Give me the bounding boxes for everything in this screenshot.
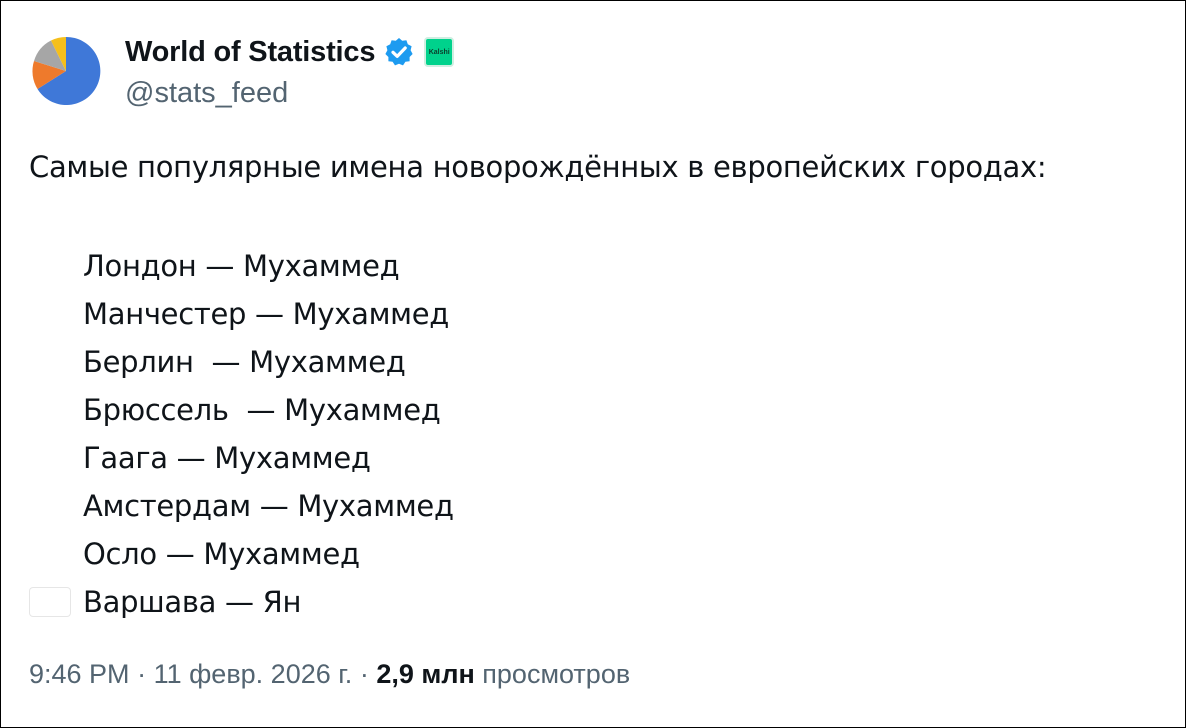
list-item-text: Брюссель — Мухаммед bbox=[83, 393, 441, 427]
pie-chart-icon bbox=[29, 34, 103, 108]
list-item: Брюссель — Мухаммед bbox=[29, 386, 454, 434]
list-item-text: Варшава — Ян bbox=[83, 585, 302, 619]
netherlands-flag-icon bbox=[29, 491, 71, 521]
list-item: Гаага — Мухаммед bbox=[29, 434, 454, 482]
list-item: Осло — Мухаммед bbox=[29, 530, 454, 578]
list-item-text: Осло — Мухаммед bbox=[83, 537, 360, 571]
list-item: Лондон — Мухаммед bbox=[29, 242, 454, 290]
author-block: World of Statistics Kalshi @stats_feed bbox=[125, 31, 455, 113]
uk-flag-icon bbox=[29, 251, 71, 281]
timestamp-time[interactable]: 9:46 PM bbox=[29, 659, 130, 689]
avatar[interactable] bbox=[29, 34, 103, 108]
list-item-text: Гаага — Мухаммед bbox=[83, 441, 371, 475]
list-item: Варшава — Ян bbox=[29, 578, 454, 626]
tweet-meta: 9:46 PM · 11 февр. 2026 г. · 2,9 млн про… bbox=[29, 659, 630, 690]
uk-flag-icon bbox=[29, 299, 71, 329]
tweet-list: Лондон — Мухаммед Манчестер — Мухаммед Б… bbox=[29, 242, 454, 626]
list-item: Берлин — Мухаммед bbox=[29, 338, 454, 386]
handle[interactable]: @stats_feed bbox=[125, 73, 454, 113]
display-name[interactable]: World of Statistics bbox=[125, 36, 375, 69]
timestamp-date[interactable]: 11 февр. 2026 г. bbox=[154, 659, 353, 689]
germany-flag-icon bbox=[29, 347, 71, 377]
list-item: Амстердам — Мухаммед bbox=[29, 482, 454, 530]
list-item-text: Амстердам — Мухаммед bbox=[83, 489, 454, 523]
netherlands-flag-icon bbox=[29, 443, 71, 473]
list-item: Манчестер — Мухаммед bbox=[29, 290, 454, 338]
tweet-intro: Самые популярные имена новорождённых в е… bbox=[29, 150, 1047, 184]
meta-separator: · bbox=[352, 659, 377, 689]
poland-flag-icon bbox=[29, 587, 71, 617]
verified-badge-icon[interactable] bbox=[383, 36, 415, 68]
list-item-text: Манчестер — Мухаммед bbox=[83, 297, 450, 331]
tweet-card: World of Statistics Kalshi @stats_feed С… bbox=[0, 0, 1186, 728]
list-item-text: Берлин — Мухаммед bbox=[83, 345, 406, 379]
list-item-text: Лондон — Мухаммед bbox=[83, 249, 400, 283]
views-label: просмотров bbox=[482, 659, 631, 689]
belgium-flag-icon bbox=[33, 395, 67, 425]
norway-flag-icon bbox=[29, 539, 71, 569]
meta-separator: · bbox=[129, 659, 154, 689]
views-count[interactable]: 2,9 млн bbox=[376, 659, 474, 689]
name-row: World of Statistics Kalshi bbox=[125, 31, 455, 73]
kalshi-badge[interactable]: Kalshi bbox=[424, 37, 455, 67]
